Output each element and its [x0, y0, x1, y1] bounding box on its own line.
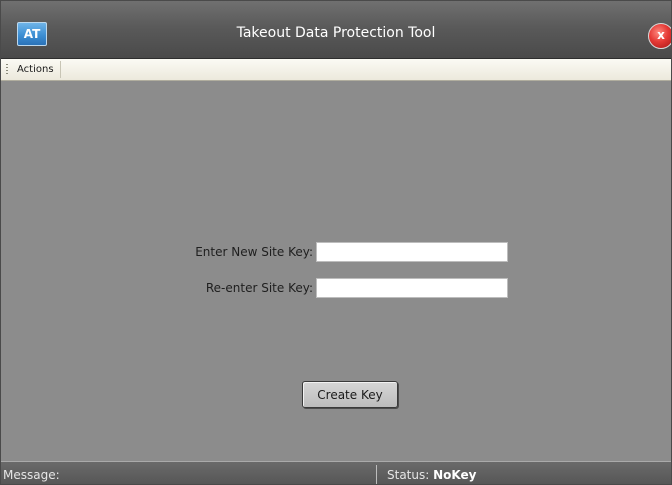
status-divider: [376, 465, 377, 484]
window-title: Takeout Data Protection Tool: [236, 25, 436, 41]
new-site-key-input[interactable]: [316, 242, 508, 262]
toolbar-grip-icon: [6, 64, 8, 75]
reenter-site-key-label: Re-enter Site Key:: [205, 281, 313, 295]
status-message: Message:: [3, 467, 60, 483]
app-window: AT Takeout Data Protection Tool x Action…: [0, 0, 672, 485]
reenter-site-key-input[interactable]: [316, 278, 508, 298]
title-bar[interactable]: AT Takeout Data Protection Tool x: [1, 1, 671, 59]
status-value: NoKey: [433, 468, 477, 482]
status-indicator: Status: NoKey: [387, 467, 476, 483]
menu-item-actions[interactable]: Actions: [13, 61, 61, 78]
menu-bar: Actions: [1, 59, 671, 81]
status-bar: Message: Status: NoKey: [1, 461, 671, 484]
status-label: Status:: [387, 468, 430, 482]
message-label: Message:: [3, 468, 60, 482]
close-icon[interactable]: x: [648, 23, 671, 49]
create-key-button[interactable]: Create Key: [302, 381, 398, 408]
new-site-key-label: Enter New Site Key:: [195, 245, 313, 259]
